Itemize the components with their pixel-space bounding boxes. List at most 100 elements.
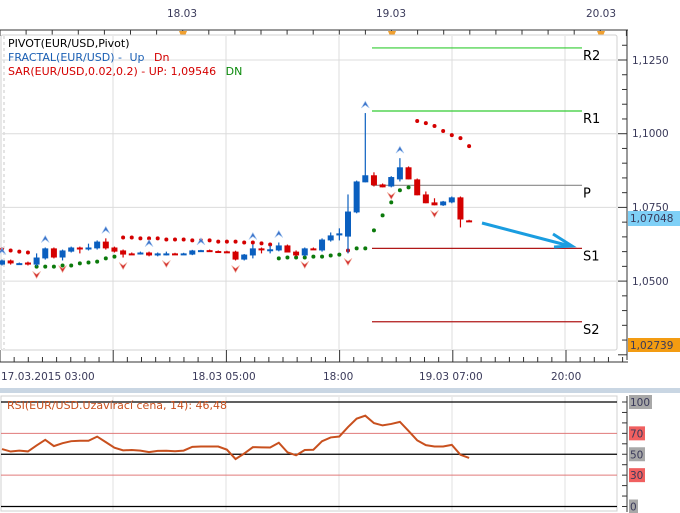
candle-up [336, 233, 343, 236]
candle-up [448, 197, 455, 203]
sar-dot [207, 238, 212, 243]
candle-down [128, 253, 135, 256]
sar-dot [51, 264, 56, 269]
chart-canvas: 18.03 19.03 20.03 R2 R1 P S1 S2 PIVOT(EUR/US… [0, 8, 680, 513]
candle-down [223, 251, 230, 254]
sar-dot [60, 263, 65, 268]
legend-fractal-up: Up [129, 51, 144, 64]
candle-down [111, 247, 118, 252]
sar-dot [285, 255, 290, 260]
candle-down [50, 248, 57, 258]
candle-up [68, 247, 75, 252]
price-tick-label: 1,1250 [632, 55, 669, 67]
bottom-time-axis: 17.03.2015 03:00 18.03 05:00 18:00 19.03… [0, 350, 628, 383]
sar-dot [432, 124, 437, 129]
rsi-panel[interactable] [0, 395, 618, 512]
pivot-label-p: P [583, 186, 591, 201]
legend-fractal: FRACTAL(EUR/USD) - Up Dn [8, 51, 169, 64]
time-tick-label: 18.03 05:00 [192, 371, 256, 383]
candle-up [189, 250, 196, 255]
candle-up [241, 254, 248, 260]
legend-fractal-label: FRACTAL(EUR/USD) - [8, 51, 125, 64]
candle-down [76, 247, 83, 250]
candle-down [102, 241, 109, 249]
candle-down [414, 179, 421, 196]
candle-up [33, 257, 40, 265]
sar-dot [17, 249, 22, 254]
sar-dot [86, 260, 91, 265]
sar-dot [233, 239, 238, 244]
sar-dot [181, 237, 186, 242]
candle-down [258, 248, 265, 251]
sar-dot [449, 133, 454, 138]
sar-dot [112, 254, 117, 259]
candle-up [42, 248, 49, 259]
time-tick-label: 19.03 07:00 [419, 371, 483, 383]
sar-dot [337, 252, 342, 257]
candle-down [310, 248, 317, 251]
sar-dot [138, 236, 143, 241]
sar-dot [224, 239, 229, 244]
candle-down [370, 175, 377, 186]
sar-dot [129, 235, 134, 240]
candle-down [24, 262, 31, 265]
sar-dot [190, 238, 195, 243]
legend-sar: SAR(EUR/USD,0.02,0.2) - UP: 1,09546 DN [8, 65, 242, 78]
top-axis-label: 19.03 [376, 8, 406, 20]
sar-dot [320, 254, 325, 259]
legend-fractal-dn: Dn [154, 51, 169, 64]
candle-down [379, 184, 386, 188]
candle-down [422, 194, 429, 204]
sar-dot [397, 188, 402, 193]
main-plot-area[interactable] [0, 34, 618, 351]
sar-dot [354, 246, 359, 251]
candle-down [457, 197, 464, 220]
candle-up [362, 175, 369, 183]
sar-dot [164, 237, 169, 242]
candle-up [197, 250, 204, 253]
sar-dot [363, 246, 368, 251]
sar-dot [389, 200, 394, 205]
rsi-axis-label: 0 [630, 502, 637, 513]
legend-pivot: PIVOT(EUR/USD,Pivot) [8, 37, 130, 50]
sar-dot [216, 239, 221, 244]
time-tick-label: 20:00 [551, 371, 581, 383]
rsi-axis-label: 50 [630, 449, 643, 461]
candle-down [172, 253, 178, 256]
top-axis-label: 18.03 [167, 8, 197, 20]
sar-dot [173, 237, 177, 242]
sar-dot [328, 253, 333, 258]
sar-dot [406, 185, 411, 190]
sar-dot [415, 119, 420, 124]
sar-dot [380, 213, 385, 218]
sar-dot [8, 248, 13, 253]
candle-up [327, 235, 334, 241]
sar-dot [441, 129, 446, 134]
candle-down [120, 250, 127, 255]
sar-dot [467, 144, 472, 149]
candle-up [440, 201, 447, 206]
candle-down [206, 250, 213, 253]
candle-up [319, 239, 326, 251]
pivot-label-r2: R2 [583, 49, 600, 64]
candle-down [293, 251, 300, 256]
candle-up [137, 252, 144, 255]
low-price-label: 1,02739 [630, 340, 673, 352]
sar-dot [121, 235, 126, 240]
candle-down [7, 260, 14, 264]
candle-down [146, 252, 153, 256]
candle-down [405, 167, 412, 180]
price-axis[interactable]: 1,1250 1,1000 1,0750 1,0500 1,07048 1,02… [618, 30, 680, 360]
sar-dot [25, 250, 30, 255]
sar-dot [69, 263, 74, 268]
panel-splitter[interactable] [0, 388, 680, 393]
sar-dot [77, 261, 82, 266]
candle-down [431, 202, 438, 206]
rsi-axis-label: 100 [630, 397, 650, 409]
legend-sar-label: SAR(EUR/USD,0.02,0.2) - UP: 1,09546 [8, 65, 216, 78]
pivot-label-s2: S2 [583, 323, 600, 338]
sar-dot [458, 136, 463, 141]
sar-dot [276, 256, 281, 261]
sar-dot [155, 236, 160, 241]
time-tick-label: 18:00 [323, 371, 353, 383]
